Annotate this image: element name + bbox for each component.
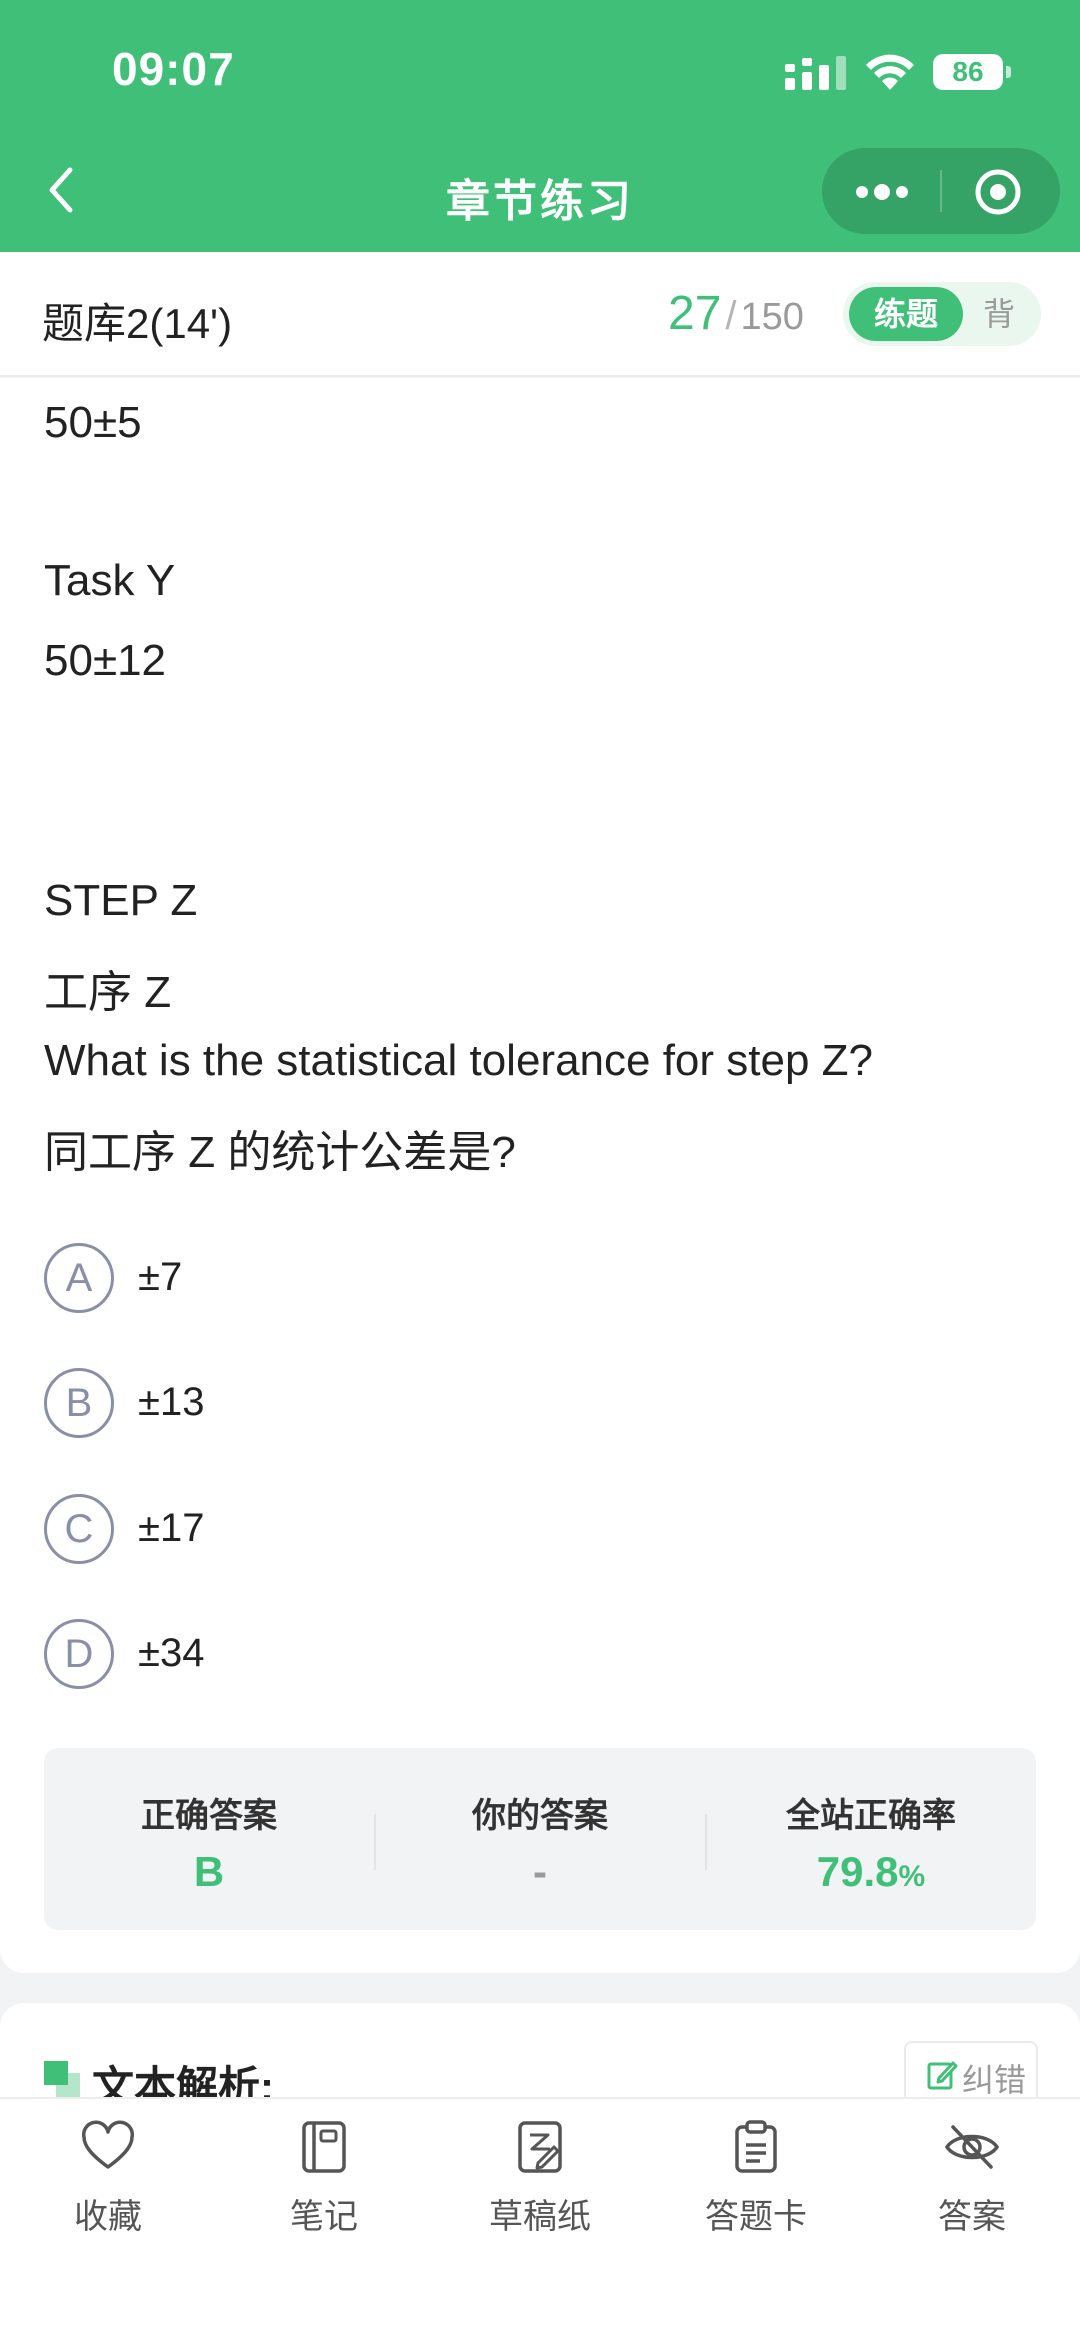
correct-answer-stat: 正确答案 B — [44, 1748, 374, 1930]
option-letter: C — [44, 1494, 114, 1564]
question-progress: 27/150 — [668, 286, 804, 341]
mode-memorize[interactable]: 背 — [983, 282, 1015, 346]
status-time: 09:07 — [112, 43, 235, 95]
accuracy-rate-label: 全站正确率 — [786, 1797, 956, 1835]
mode-toggle[interactable]: 练题 背 — [843, 282, 1041, 346]
show-answer-button[interactable]: 答案 — [864, 2119, 1080, 2269]
mode-practice[interactable]: 练题 — [849, 287, 963, 341]
answer-sheet-icon — [735, 2120, 777, 2173]
analysis-square-icon — [44, 2061, 80, 2097]
top-bar: 09:07 86 章节练习 — [0, 0, 1080, 252]
your-answer-label: 你的答案 — [472, 1797, 608, 1835]
favorite-button[interactable]: 收藏 — [0, 2119, 216, 2269]
heart-icon — [82, 2120, 134, 2169]
capsule-divider — [940, 170, 942, 212]
question-card: 50±5 Task Y 50±12 STEP Z 工序 Z What is th… — [0, 378, 1080, 1973]
question-line: What is the statistical tolerance for st… — [44, 1036, 874, 1085]
correct-answer-label: 正确答案 — [141, 1797, 277, 1835]
option-letter: D — [44, 1619, 114, 1689]
show-answer-label: 答案 — [938, 2198, 1006, 2236]
answer-sheet-label: 答题卡 — [705, 2198, 807, 2236]
close-target-icon[interactable] — [974, 168, 1022, 216]
mini-program-capsule — [822, 148, 1060, 234]
your-answer-value: - — [533, 1848, 547, 1895]
option-letter: A — [44, 1243, 114, 1313]
answer-stats-panel: 正确答案 B 你的答案 - 全站正确率 79.8% — [44, 1748, 1036, 1930]
battery-icon: 86 — [933, 54, 1011, 90]
accuracy-rate-number: 79.8 — [816, 1848, 899, 1895]
draft-paper-label: 草稿纸 — [489, 2198, 591, 2236]
your-answer-stat: 你的答案 - — [375, 1748, 705, 1930]
more-dots-icon[interactable] — [852, 172, 912, 212]
question-line: STEP Z — [44, 876, 198, 925]
current-question-number: 27 — [668, 287, 722, 340]
notes-label: 笔记 — [290, 2198, 358, 2236]
accuracy-rate-value: 79.8% — [706, 1848, 1036, 1896]
notes-button[interactable]: 笔记 — [216, 2119, 432, 2269]
option-letter: B — [44, 1368, 114, 1438]
draft-paper-icon — [518, 2121, 562, 2173]
question-line: 50±12 — [44, 636, 167, 685]
wifi-icon — [866, 54, 914, 90]
option-text: ±34 — [138, 1631, 205, 1675]
option-text: ±13 — [138, 1380, 205, 1424]
progress-separator: / — [725, 294, 737, 338]
question-line: 工序 Z — [44, 968, 172, 1017]
question-line: 同工序 Z 的统计公差是? — [44, 1128, 516, 1177]
option-text: ±17 — [138, 1506, 205, 1550]
option-text: ±7 — [138, 1255, 183, 1299]
question-bank-title: 题库2(14') — [42, 300, 233, 347]
report-error-label: 纠错 — [962, 2062, 1027, 2098]
answer-sheet-button[interactable]: 答题卡 — [648, 2119, 864, 2269]
correct-answer-value: B — [193, 1848, 225, 1895]
accuracy-rate-stat: 全站正确率 79.8% — [706, 1748, 1036, 1930]
favorite-label: 收藏 — [74, 2198, 142, 2236]
bottom-toolbar: 收藏 笔记 草稿纸 答题卡 答案 — [0, 2097, 1080, 2337]
signal-icon — [785, 56, 846, 90]
question-subheader: 题库2(14') 27/150 练题 背 — [0, 252, 1080, 377]
draft-paper-button[interactable]: 草稿纸 — [432, 2119, 648, 2269]
accuracy-rate-unit: % — [898, 1860, 926, 1893]
notebook-icon — [302, 2121, 346, 2173]
eye-off-icon — [944, 2125, 1000, 2169]
report-error-button[interactable]: 纠错 — [904, 2041, 1038, 2105]
edit-icon — [927, 2061, 958, 2090]
question-line: 50±5 — [44, 398, 142, 447]
total-question-count: 150 — [740, 296, 804, 338]
question-line: Task Y — [44, 556, 176, 605]
